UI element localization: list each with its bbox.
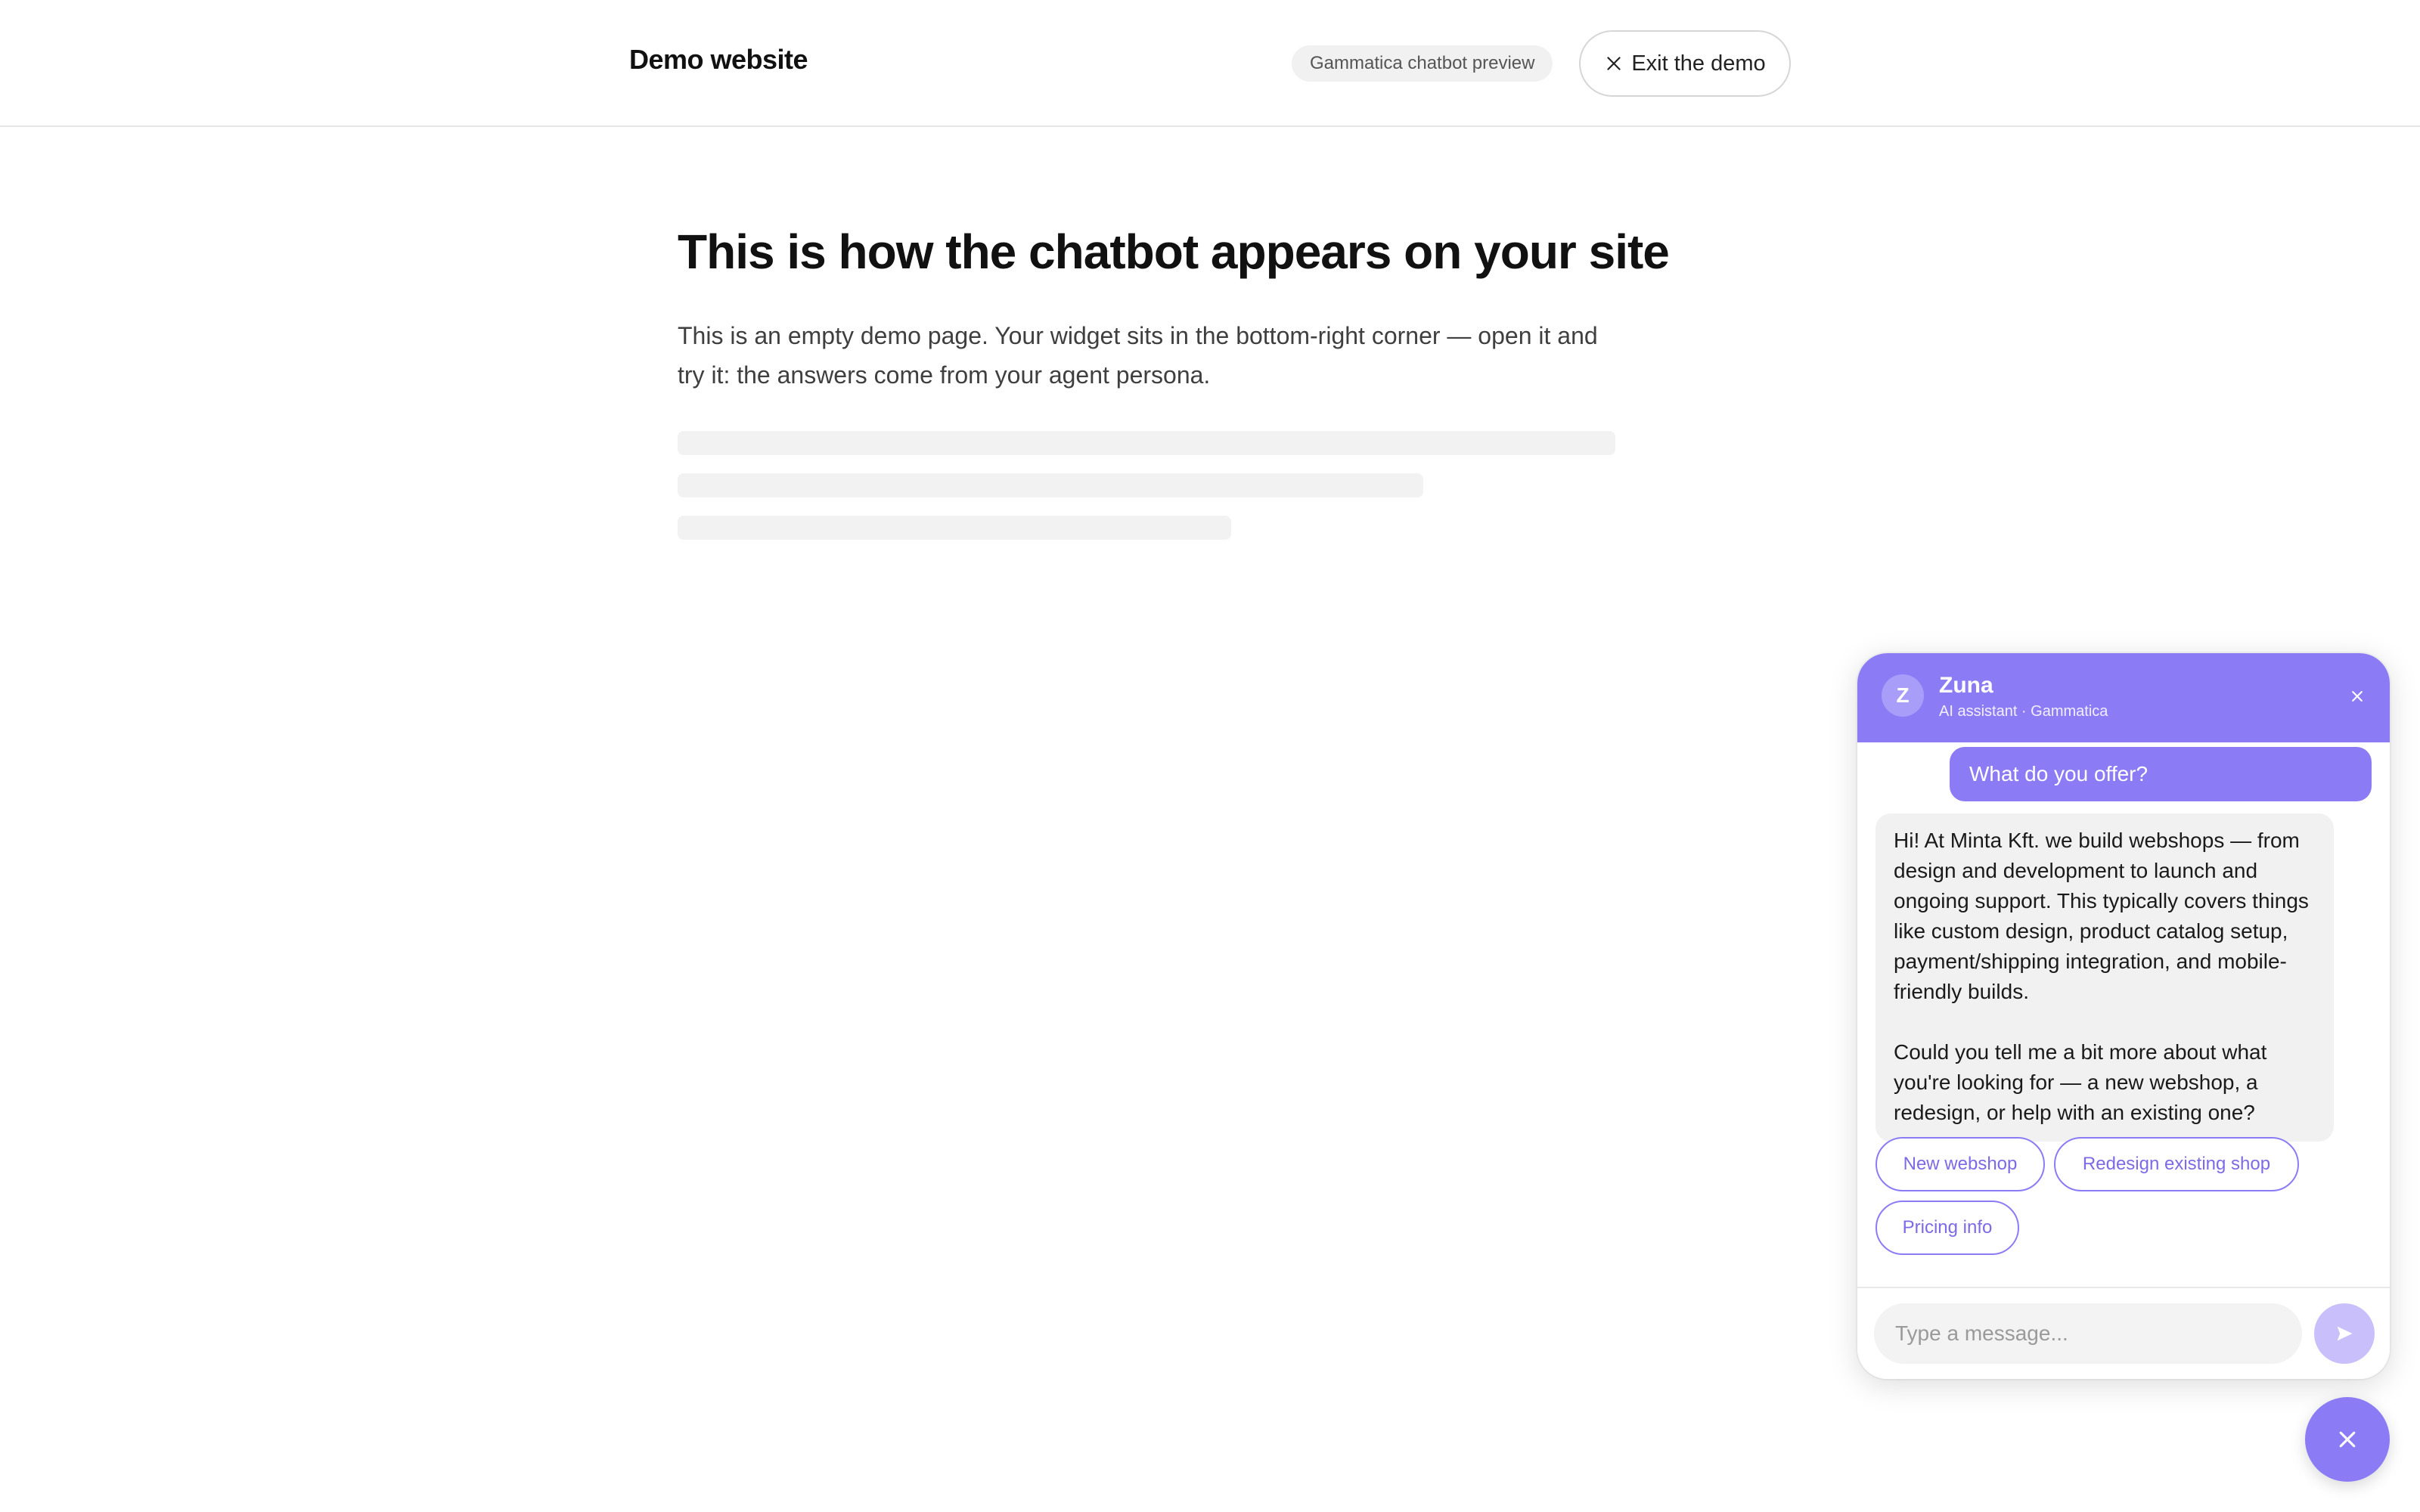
top-bar: Demo website Gammatica chatbot preview E… — [0, 0, 2420, 127]
skeleton-line — [678, 473, 1423, 497]
bot-message-paragraph: Hi! At Minta Kft. we build webshops — fr… — [1894, 829, 2309, 1003]
close-icon — [2336, 1428, 2359, 1451]
chat-launcher-button[interactable] — [2305, 1397, 2390, 1482]
skeleton-line — [678, 431, 1615, 455]
exit-demo-button[interactable]: Exit the demo — [1579, 30, 1791, 97]
page-intro: This is an empty demo page. Your widget … — [678, 322, 1598, 389]
agent-avatar: Z — [1882, 674, 1924, 717]
site-brand: Demo website — [629, 44, 808, 75]
quick-reply-redesign[interactable]: Redesign existing shop — [2054, 1137, 2299, 1191]
close-icon — [1604, 54, 1624, 73]
page-headline: This is how the chatbot appears on your … — [678, 225, 1670, 279]
skeleton-line — [678, 516, 1231, 540]
user-message: What do you offer? — [1950, 747, 2372, 801]
quick-reply-new-webshop[interactable]: New webshop — [1876, 1137, 2045, 1191]
chat-close-button[interactable] — [2346, 685, 2369, 708]
exit-demo-label: Exit the demo — [1631, 51, 1766, 76]
preview-badge: Gammatica chatbot preview — [1292, 45, 1553, 82]
message-input[interactable] — [1874, 1303, 2302, 1364]
demo-page: Demo website Gammatica chatbot preview E… — [0, 0, 2420, 1512]
chat-messages: What do you offer? Hi! At Minta Kft. we … — [1857, 742, 2390, 1184]
chat-composer — [1857, 1287, 2390, 1379]
agent-name: Zuna — [1939, 673, 1993, 698]
send-button[interactable] — [2314, 1303, 2375, 1364]
bot-message-paragraph: Could you tell me a bit more about what … — [1894, 1040, 2267, 1124]
agent-subtitle: AI assistant · Gammatica — [1939, 703, 2108, 720]
bot-message: Hi! At Minta Kft. we build webshops — fr… — [1876, 813, 2334, 1142]
send-icon — [2334, 1323, 2355, 1344]
chat-widget: Z Zuna AI assistant · Gammatica What do … — [1857, 653, 2390, 1379]
close-icon — [2350, 689, 2365, 704]
chat-header: Z Zuna AI assistant · Gammatica — [1857, 653, 2390, 742]
quick-reply-pricing[interactable]: Pricing info — [1876, 1201, 2019, 1255]
